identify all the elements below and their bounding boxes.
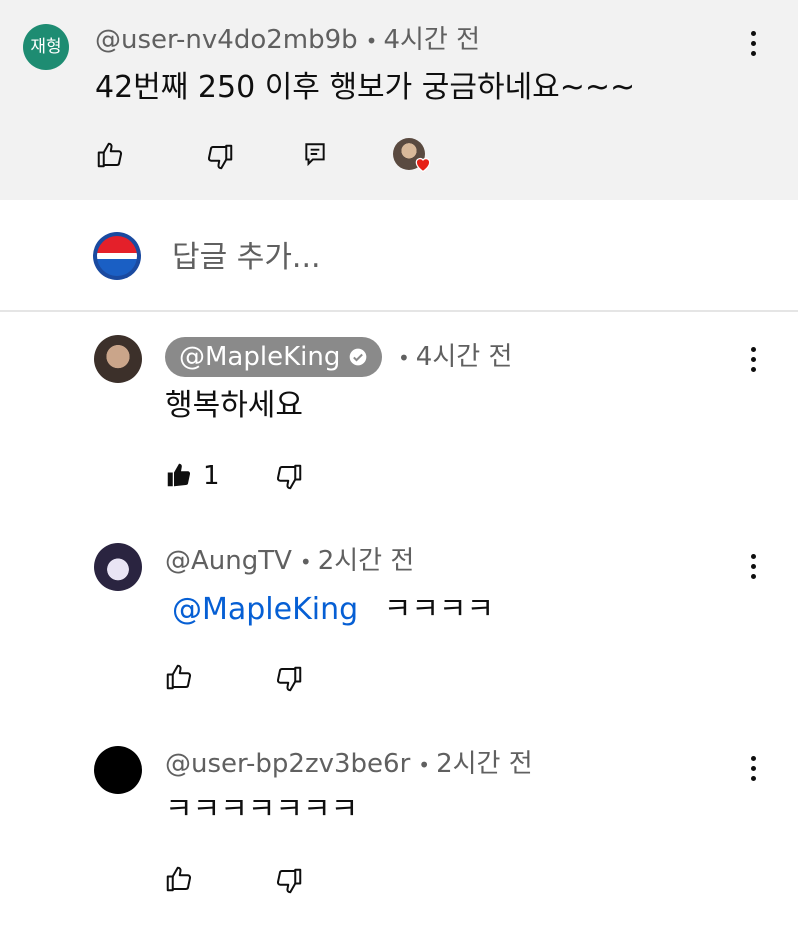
meta-separator: • <box>365 29 378 53</box>
reply-meta: • 4시간 전 <box>390 339 512 376</box>
meta-separator: • <box>418 753 431 777</box>
thumbs-up-icon[interactable] <box>164 662 194 692</box>
comment-author-handle[interactable]: @user-nv4do2mb9b <box>95 25 358 55</box>
reply-text: ㅋㅋㅋㅋㅋㅋㅋ <box>165 792 359 827</box>
pepsi-avatar <box>93 232 141 280</box>
reply-time: 2시간 전 <box>436 749 533 779</box>
divider <box>0 310 798 312</box>
reply-author-handle[interactable]: @AungTV <box>165 546 292 576</box>
comment-meta: @user-nv4do2mb9b • 4시간 전 <box>95 22 480 59</box>
reply-time: 4시간 전 <box>415 342 513 372</box>
creator-handle-badge[interactable]: @MapleKing <box>165 337 383 377</box>
comment-time: 4시간 전 <box>383 25 481 55</box>
thumbs-down-icon[interactable] <box>205 142 235 172</box>
mention-link[interactable]: @MapleKing <box>172 592 358 627</box>
thumbs-down-icon[interactable] <box>274 664 304 694</box>
reply-icon[interactable] <box>302 141 328 167</box>
reply-avatar[interactable] <box>94 746 142 794</box>
like-count: 1 <box>203 461 220 491</box>
more-options-icon[interactable] <box>738 25 768 61</box>
reply-text: 행복하세요 <box>165 388 303 423</box>
reply-text: @MapleKing ㅋㅋㅋㅋ <box>172 590 494 630</box>
comment-text: 42번째 250 이후 행보가 궁금하네요~~~ <box>95 70 636 105</box>
more-options-icon[interactable] <box>738 341 768 377</box>
verified-icon <box>350 348 367 366</box>
top-comment-avatar[interactable]: 재형 <box>23 24 69 70</box>
thumbs-up-icon[interactable] <box>95 140 125 170</box>
reply-author-handle: @MapleKing <box>179 342 341 372</box>
more-options-icon[interactable] <box>738 548 768 584</box>
reply-meta: @AungTV • 2시간 전 <box>165 543 414 580</box>
thumbs-up-icon[interactable] <box>164 864 194 894</box>
reply-input[interactable]: 답글 추가... <box>172 238 321 278</box>
thumbs-down-icon[interactable] <box>274 866 304 896</box>
avatar-initials: 재형 <box>30 37 62 57</box>
reply-author-handle[interactable]: @user-bp2zv3be6r <box>165 749 410 779</box>
meta-separator: • <box>299 550 312 574</box>
thumbs-up-filled-icon[interactable] <box>164 460 194 490</box>
reply-body: ㅋㅋㅋㅋ <box>383 592 495 627</box>
more-options-icon[interactable] <box>738 750 768 786</box>
reply-avatar[interactable] <box>94 543 142 591</box>
heart-icon <box>415 157 431 173</box>
reply-avatar[interactable] <box>94 335 142 383</box>
reply-meta: @user-bp2zv3be6r • 2시간 전 <box>165 746 533 783</box>
meta-separator: • <box>398 346 410 370</box>
reply-time: 2시간 전 <box>317 546 415 576</box>
thumbs-down-icon[interactable] <box>274 462 304 492</box>
